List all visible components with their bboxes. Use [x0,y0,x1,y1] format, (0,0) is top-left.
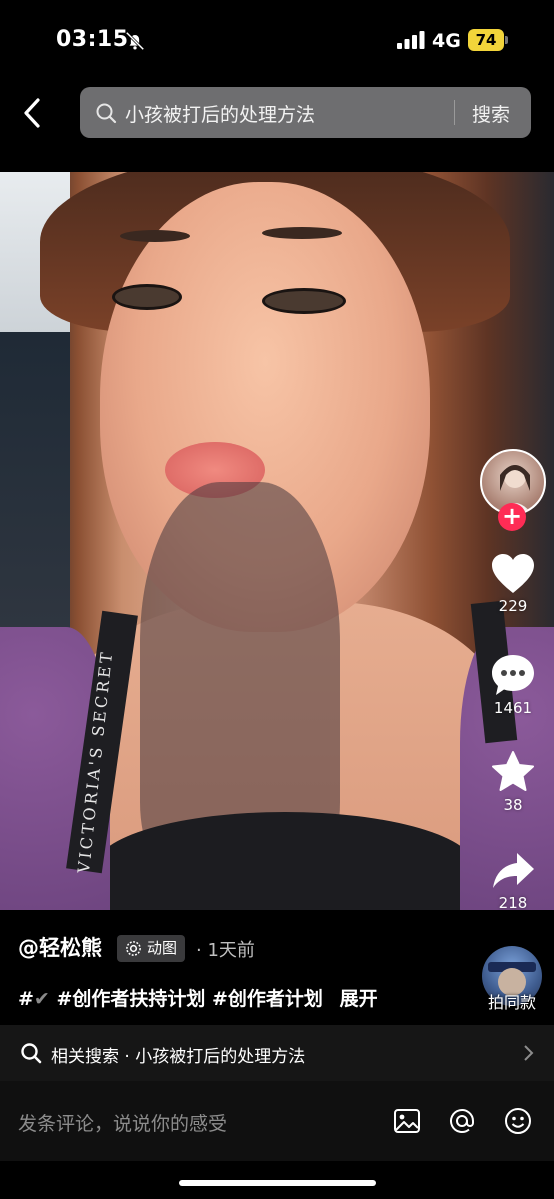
animated-tag-label: 动图 [147,939,178,957]
related-search-bar[interactable]: 相关搜索 · 小孩被打后的处理方法 [0,1025,554,1081]
search-divider [454,100,455,125]
like-button[interactable]: 229 [483,553,543,615]
eye-left [112,284,182,310]
like-count: 229 [498,597,528,615]
comment-input[interactable]: 发条评论，说说你的感受 [18,1109,227,1136]
status-bar: 03:15 4G 74 [0,0,554,80]
chevron-right-icon [524,1045,534,1061]
share-arrow-icon [493,853,534,888]
favorite-button[interactable]: 38 [483,750,543,814]
search-bar[interactable]: 小孩被打后的处理方法 搜索 [80,87,531,138]
battery-icon: 74 [468,29,508,51]
search-icon [96,103,117,124]
car-interior [0,332,70,632]
comment-bar: 发条评论，说说你的感受 [0,1081,554,1161]
gif-ring-icon [126,941,141,956]
animated-tag: 动图 [117,935,186,962]
remix-label[interactable]: 拍同款 [488,989,536,1013]
follow-plus-icon[interactable]: + [498,503,526,531]
favorite-count: 38 [503,796,523,814]
caption-hash[interactable]: # [18,988,34,1010]
star-icon [492,751,534,791]
search-icon [21,1043,42,1064]
expand-link[interactable]: 展开 [340,988,378,1010]
post-time: · 1天前 [196,940,255,961]
caption-hashtags[interactable]: #创作者扶持计划 #创作者计划 [56,988,322,1010]
signal-icon [397,31,425,49]
status-time: 03:15 [56,27,129,52]
back-arrow-icon[interactable] [18,96,48,130]
caption-check: ✔ [33,988,50,1010]
heart-icon [492,554,534,593]
eye-right [262,288,346,314]
comment-icon [492,655,534,695]
comment-count: 1461 [493,699,533,717]
image-icon[interactable] [392,1106,422,1136]
mention-icon[interactable] [447,1106,477,1136]
bell-muted-icon [125,31,145,51]
search-button[interactable]: 搜索 [472,100,510,127]
emoji-icon[interactable] [503,1106,533,1136]
share-button[interactable]: 218 [483,850,543,912]
brow-right [262,227,342,239]
author-name[interactable]: @轻松熊 [18,932,102,962]
comment-button[interactable]: 1461 [483,653,543,717]
video-player[interactable]: VICTORIA'S SECRET [0,172,554,910]
search-input[interactable]: 小孩被打后的处理方法 [125,100,315,127]
related-search-text[interactable]: 相关搜索 · 小孩被打后的处理方法 [51,1042,305,1067]
home-indicator[interactable] [179,1180,376,1186]
post-caption[interactable]: #✔ #创作者扶持计划 #创作者计划 展开 [18,984,378,1011]
brow-left [120,230,190,242]
network-type: 4G [432,30,461,52]
battery-level: 74 [468,29,504,51]
post-info: @轻松熊 动图 · 1天前 #✔ #创作者扶持计划 #创作者计划 展开 拍同款 [0,910,554,1025]
